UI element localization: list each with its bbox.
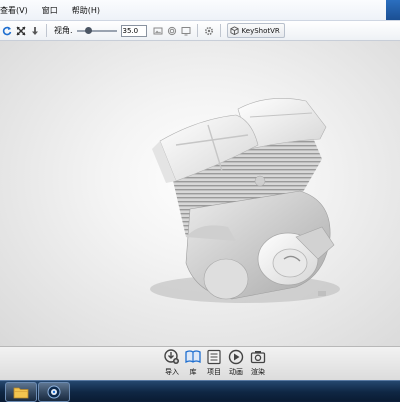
keyshot-vr-button[interactable]: KeyShotVR <box>226 23 285 38</box>
taskbar-explorer-button[interactable] <box>5 382 37 402</box>
animation-button[interactable]: 动画 <box>225 348 247 379</box>
toolbar-separator <box>46 24 47 37</box>
library-button[interactable]: 库 <box>182 348 204 379</box>
render-button[interactable]: 渲染 <box>247 348 269 379</box>
project-label: 项目 <box>207 368 221 376</box>
menu-bar: 查看(V) 窗口 帮助(H) <box>0 0 400 21</box>
toolbar: 视角. KeyShotVR <box>0 21 400 41</box>
list-icon <box>205 348 223 366</box>
play-icon <box>227 348 245 366</box>
keyshot-vr-label: KeyShotVR <box>241 26 280 35</box>
expand-arrows-icon[interactable] <box>16 25 26 37</box>
vr-cube-icon <box>229 26 239 35</box>
engine-model <box>150 98 340 303</box>
import-button[interactable]: 导入 <box>161 348 183 379</box>
taskbar-keyshot-button[interactable] <box>38 382 70 402</box>
fov-input[interactable] <box>120 24 147 37</box>
camera-icon <box>249 348 267 366</box>
fov-slider[interactable] <box>76 26 117 36</box>
menu-view[interactable]: 查看(V) <box>0 5 28 16</box>
animation-label: 动画 <box>229 368 243 376</box>
menu-help[interactable]: 帮助(H) <box>72 5 100 16</box>
render-viewport[interactable] <box>0 41 400 346</box>
folder-icon <box>13 386 29 399</box>
arrow-down-icon[interactable] <box>30 25 40 37</box>
toolbar-separator <box>196 24 198 37</box>
image-icon[interactable] <box>153 25 163 37</box>
window-corner <box>386 0 400 20</box>
import-icon <box>163 348 181 366</box>
refresh-icon[interactable] <box>2 25 12 37</box>
fov-slider-track <box>76 29 117 32</box>
screen-icon[interactable] <box>181 25 191 37</box>
library-label: 库 <box>189 368 197 376</box>
fov-label: 视角. <box>54 26 73 35</box>
render-label: 渲染 <box>251 368 265 376</box>
spiral-icon[interactable] <box>167 25 177 37</box>
import-label: 导入 <box>165 368 179 376</box>
menu-window[interactable]: 窗口 <box>42 5 58 16</box>
fov-slider-thumb[interactable] <box>84 26 92 34</box>
book-icon <box>184 348 202 366</box>
cog-icon[interactable] <box>204 25 214 37</box>
project-button[interactable]: 项目 <box>203 348 225 379</box>
toolbar-separator <box>219 24 221 37</box>
bottom-dock: 导入 库 项目 动画 渲染 <box>0 346 400 380</box>
taskbar <box>0 380 400 402</box>
keyshot-app-icon <box>47 385 61 399</box>
